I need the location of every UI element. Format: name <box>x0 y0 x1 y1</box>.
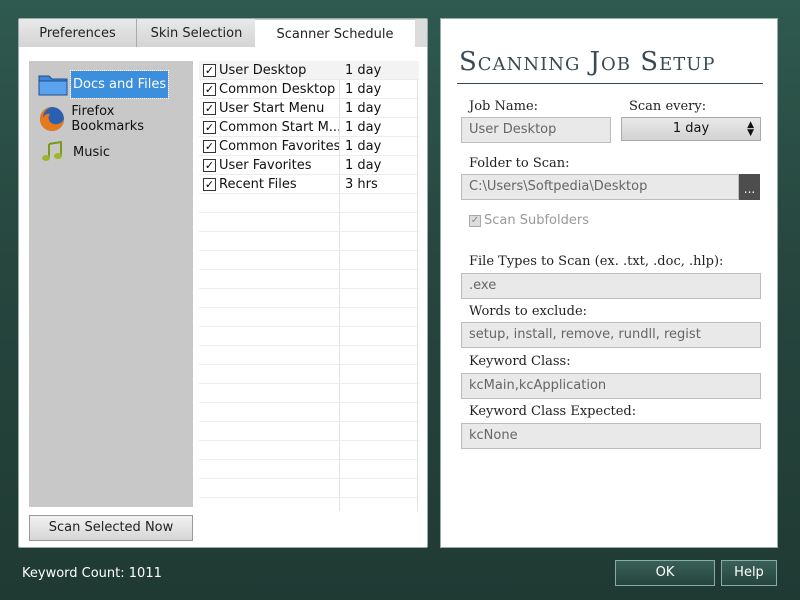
job-name-label: Job Name: <box>469 99 539 114</box>
empty-row <box>199 289 419 308</box>
job-name: Common Desktop <box>219 81 336 97</box>
empty-row <box>199 422 419 441</box>
select-arrows-icon: ▲ ▼ <box>747 120 754 138</box>
job-row[interactable]: ✓ Common Desktop 1 day <box>199 80 419 99</box>
job-row[interactable]: ✓ Recent Files 3 hrs <box>199 175 419 194</box>
category-firefox-bookmarks[interactable]: Firefox Bookmarks <box>37 104 187 134</box>
left-panel: Preferences Skin Selection Scanner Sched… <box>18 18 428 548</box>
empty-row <box>199 232 419 251</box>
scan-subfolders-checkbox[interactable]: ✓ Scan Subfolders <box>469 213 589 228</box>
job-row[interactable]: ✓ Common Start M... 1 day <box>199 118 419 137</box>
job-row[interactable]: ✓ Common Favorites 1 day <box>199 137 419 156</box>
empty-row <box>199 365 419 384</box>
category-label: Firefox Bookmarks <box>71 104 144 134</box>
help-button[interactable]: Help <box>721 560 777 586</box>
job-frequency: 1 day <box>345 81 382 97</box>
tab-skin-selection[interactable]: Skin Selection <box>137 19 257 47</box>
scan-selected-now-button[interactable]: Scan Selected Now <box>29 515 193 541</box>
job-checkbox[interactable]: ✓ <box>203 101 216 115</box>
empty-row <box>199 270 419 289</box>
scan-every-value: 1 day <box>672 121 710 136</box>
category-panel: Docs and Files Firefox Bookmarks Music <box>29 61 193 507</box>
scan-every-label: Scan every: <box>629 99 707 114</box>
job-list: ✓ User Desktop 1 day ✓ Common Desktop 1 day ✓ U… <box>199 61 419 511</box>
keyword-count: Keyword Count: 1011 <box>22 566 162 581</box>
keyword-class-field[interactable]: kcMain,kcApplication <box>461 373 761 399</box>
empty-row <box>199 403 419 422</box>
job-name: User Favorites <box>219 157 312 173</box>
job-checkbox[interactable]: ✓ <box>203 63 216 77</box>
empty-row <box>199 479 419 498</box>
title-divider <box>457 83 763 84</box>
job-frequency: 3 hrs <box>345 176 378 192</box>
firefox-icon <box>37 104 67 134</box>
tab-scanner-schedule[interactable]: Scanner Schedule <box>255 19 415 47</box>
empty-row <box>199 327 419 346</box>
category-label: Docs and Files <box>69 69 170 99</box>
keyword-class-label: Keyword Class: <box>469 354 571 369</box>
job-row[interactable]: ✓ User Desktop 1 day <box>199 61 419 80</box>
empty-row <box>199 213 419 232</box>
job-checkbox[interactable]: ✓ <box>203 82 216 96</box>
empty-row <box>199 441 419 460</box>
job-frequency: 1 day <box>345 157 382 173</box>
category-music[interactable]: Music <box>37 137 187 167</box>
job-checkbox[interactable]: ✓ <box>203 177 216 191</box>
keyword-class-expected-field[interactable]: kcNone <box>461 423 761 449</box>
exclude-label: Words to exclude: <box>469 304 588 319</box>
job-name: Common Start M... <box>219 119 339 135</box>
job-checkbox[interactable]: ✓ <box>203 139 216 153</box>
job-frequency: 1 day <box>345 62 382 78</box>
job-row[interactable]: ✓ User Favorites 1 day <box>199 156 419 175</box>
job-frequency: 1 day <box>345 138 382 154</box>
music-note-icon <box>37 137 69 167</box>
exclude-field[interactable]: setup, install, remove, rundll, regist <box>461 322 761 348</box>
folder-label: Folder to Scan: <box>469 156 570 171</box>
category-label: Music <box>73 144 110 160</box>
right-panel: Scanning Job Setup Job Name: User Deskto… <box>440 18 778 548</box>
job-frequency: 1 day <box>345 100 382 116</box>
empty-row <box>199 194 419 213</box>
job-name: Recent Files <box>219 176 297 192</box>
tab-bar: Preferences Skin Selection Scanner Sched… <box>19 19 427 47</box>
folder-icon <box>37 69 69 99</box>
job-name: User Desktop <box>219 62 307 78</box>
empty-row <box>199 346 419 365</box>
browse-button[interactable]: ... <box>739 174 760 200</box>
keyword-class-expected-label: Keyword Class Expected: <box>469 404 637 419</box>
file-types-label: File Types to Scan (ex. .txt, .doc, .hlp… <box>469 254 724 269</box>
empty-row <box>199 251 419 270</box>
file-types-field[interactable]: .exe <box>461 273 761 299</box>
empty-row <box>199 308 419 327</box>
job-row[interactable]: ✓ User Start Menu 1 day <box>199 99 419 118</box>
ok-button[interactable]: OK <box>615 560 715 586</box>
tab-preferences[interactable]: Preferences <box>19 19 137 47</box>
empty-row <box>199 460 419 479</box>
job-name: User Start Menu <box>219 100 325 116</box>
category-docs-and-files[interactable]: Docs and Files <box>37 69 187 99</box>
empty-row <box>199 384 419 403</box>
job-checkbox[interactable]: ✓ <box>203 120 216 134</box>
scan-subfolders-label: Scan Subfolders <box>484 213 589 228</box>
scan-every-select[interactable]: 1 day ▲ ▼ <box>621 117 761 141</box>
job-name-field[interactable]: User Desktop <box>461 117 611 143</box>
checkmark-icon: ✓ <box>469 214 481 227</box>
job-name: Common Favorites <box>219 138 339 154</box>
job-checkbox[interactable]: ✓ <box>203 158 216 172</box>
job-frequency: 1 day <box>345 119 382 135</box>
folder-field[interactable]: C:\Users\Softpedia\Desktop <box>461 174 739 200</box>
setup-title: Scanning Job Setup <box>459 47 716 77</box>
